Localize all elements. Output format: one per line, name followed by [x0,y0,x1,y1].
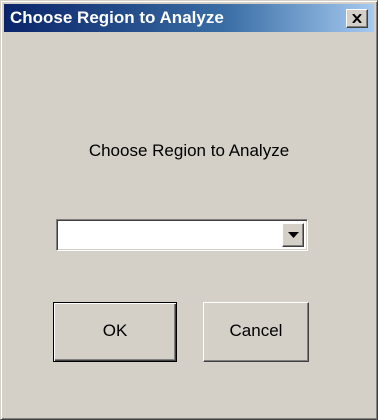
region-select[interactable] [56,219,308,251]
ok-button[interactable]: OK [53,302,177,362]
dialog-window: Choose Region to Analyze Choose Region t… [0,0,378,420]
title-bar[interactable]: Choose Region to Analyze [4,4,374,32]
region-select-dropdown-button[interactable] [282,223,304,247]
prompt-label: Choose Region to Analyze [88,141,290,160]
close-icon [352,14,362,23]
chevron-down-icon [288,232,299,238]
cancel-button[interactable]: Cancel [203,302,309,362]
close-button[interactable] [346,9,368,28]
window-title: Choose Region to Analyze [10,8,224,27]
